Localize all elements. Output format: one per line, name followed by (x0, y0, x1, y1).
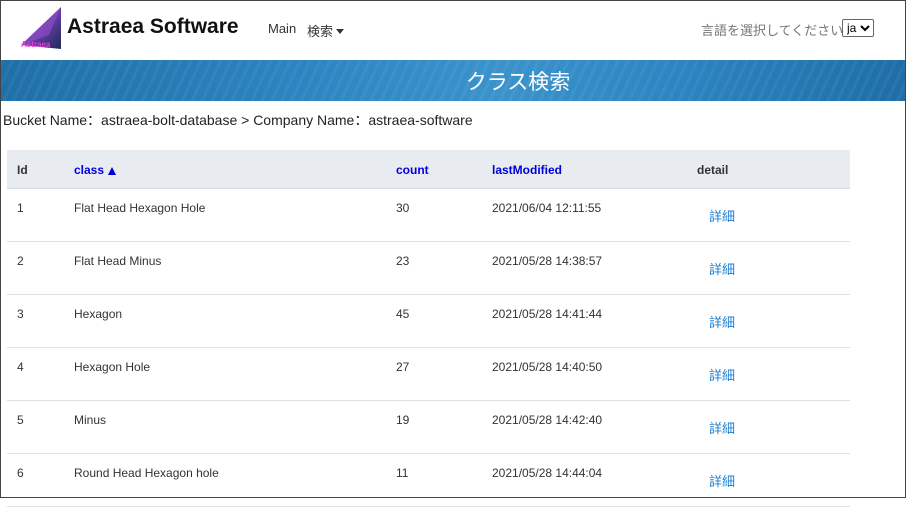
cell-class: Minus (74, 413, 107, 427)
table-row: 3 Hexagon 45 2021/05/28 14:41:44 詳細 (7, 295, 850, 348)
detail-link[interactable]: 詳細 (709, 312, 735, 331)
top-navbar: Astraea Astraea Software Main 検索 言語を選択して… (1, 1, 905, 59)
nav-search-dropdown[interactable]: 検索 (307, 21, 345, 40)
detail-link[interactable]: 詳細 (709, 365, 735, 384)
table-header: Id class count lastModified detail (7, 150, 850, 189)
cell-id: 6 (17, 466, 24, 480)
cell-count: 27 (396, 360, 410, 374)
astraea-logo-icon[interactable]: Astraea (19, 5, 63, 51)
breadcrumb: Bucket Name：astraea-bolt-database > Comp… (3, 112, 473, 128)
class-table: Id class count lastModified detail 1 Flat… (7, 150, 850, 507)
header-id: Id (17, 163, 28, 177)
cell-count: 19 (396, 413, 410, 427)
language-label: 言語を選択してください。 (701, 23, 857, 38)
cell-id: 5 (17, 413, 24, 427)
page-title: クラス検索 (465, 71, 571, 94)
cell-class: Flat Head Minus (74, 254, 162, 268)
cell-count: 23 (396, 254, 410, 268)
cell-id: 3 (17, 307, 24, 321)
cell-last-modified: 2021/05/28 14:38:57 (492, 254, 603, 268)
detail-link[interactable]: 詳細 (709, 471, 735, 490)
cell-class: Hexagon (74, 307, 123, 321)
sort-ascending-icon (108, 167, 117, 175)
header-class-label: class (74, 163, 105, 177)
table-row: 6 Round Head Hexagon hole 11 2021/05/28 14:… (7, 454, 850, 507)
cell-id: 2 (17, 254, 24, 268)
table-body: 1 Flat Head Hexagon Hole 30 2021/06/04 12:1… (7, 189, 850, 507)
detail-link[interactable]: 詳細 (709, 418, 735, 437)
table-row: 2 Flat Head Minus 23 2021/05/28 14:38:57 詳細 (7, 242, 850, 295)
caret-down-icon (336, 29, 345, 34)
logo-text: Astraea (21, 40, 51, 49)
nav-search-label: 検索 (307, 24, 334, 39)
header-last-modified[interactable]: lastModified (492, 163, 562, 177)
cell-class: Round Head Hexagon hole (74, 466, 219, 480)
brand-title[interactable]: Astraea Software (67, 15, 239, 39)
cell-class: Hexagon Hole (74, 360, 151, 374)
header-detail: detail (697, 163, 729, 177)
cell-id: 4 (17, 360, 24, 374)
cell-last-modified: 2021/05/28 14:44:04 (492, 466, 603, 480)
detail-link[interactable]: 詳細 (709, 206, 735, 225)
cell-last-modified: 2021/05/28 14:40:50 (492, 360, 603, 374)
page-banner: クラス検索 (1, 60, 905, 101)
table-row: 5 Minus 19 2021/05/28 14:42:40 詳細 (7, 401, 850, 454)
header-class[interactable]: class (74, 163, 117, 177)
nav-main-link[interactable]: Main (268, 21, 296, 36)
table-row: 1 Flat Head Hexagon Hole 30 2021/06/04 12:1… (7, 189, 850, 242)
cell-last-modified: 2021/05/28 14:42:40 (492, 413, 603, 427)
table-row: 4 Hexagon Hole 27 2021/05/28 14:40:50 詳細 (7, 348, 850, 401)
cell-count: 11 (396, 466, 409, 480)
cell-class: Flat Head Hexagon Hole (74, 201, 206, 215)
cell-count: 30 (396, 201, 410, 215)
header-count[interactable]: count (396, 163, 429, 177)
cell-count: 45 (396, 307, 410, 321)
cell-last-modified: 2021/05/28 14:41:44 (492, 307, 603, 321)
detail-link[interactable]: 詳細 (709, 259, 735, 278)
language-select[interactable]: ja (842, 19, 874, 37)
cell-last-modified: 2021/06/04 12:11:55 (492, 201, 602, 215)
cell-id: 1 (17, 201, 24, 215)
